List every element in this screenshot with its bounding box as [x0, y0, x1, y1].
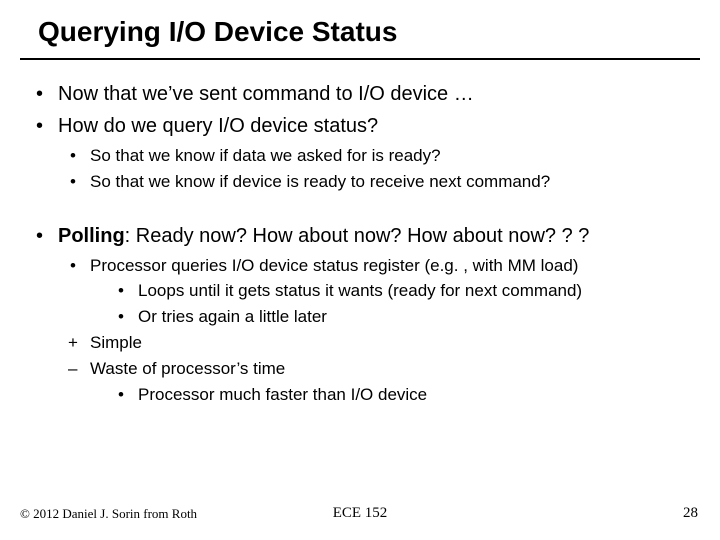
bullet-loops: Loops until it gets status it wants (rea… — [30, 279, 690, 303]
bullet-how-query: How do we query I/O device status? — [30, 112, 690, 140]
bullet-polling: Polling: Ready now? How about now? How a… — [30, 222, 690, 250]
bullet-faster: Processor much faster than I/O device — [30, 383, 690, 407]
bullet-device-ready: So that we know if device is ready to re… — [30, 170, 690, 194]
bullet-sent-command: Now that we’ve sent command to I/O devic… — [30, 80, 690, 108]
footer-course: ECE 152 — [0, 505, 720, 522]
bullet-tries-again: Or tries again a little later — [30, 305, 690, 329]
spacer — [30, 196, 690, 218]
title-underline — [20, 58, 700, 60]
bullet-data-ready: So that we know if data we asked for is … — [30, 144, 690, 168]
footer-page-number: 28 — [683, 505, 698, 522]
slide-body: Now that we’ve sent command to I/O devic… — [30, 76, 690, 408]
slide-title: Querying I/O Device Status — [38, 16, 397, 48]
slide: Querying I/O Device Status Now that we’v… — [0, 0, 720, 540]
bullet-simple: Simple — [30, 331, 690, 355]
bullet-processor-queries: Processor queries I/O device status regi… — [30, 254, 690, 278]
polling-rest: : Ready now? How about now? How about no… — [125, 225, 590, 247]
bullet-waste: Waste of processor’s time — [30, 357, 690, 381]
polling-label: Polling — [58, 225, 125, 247]
